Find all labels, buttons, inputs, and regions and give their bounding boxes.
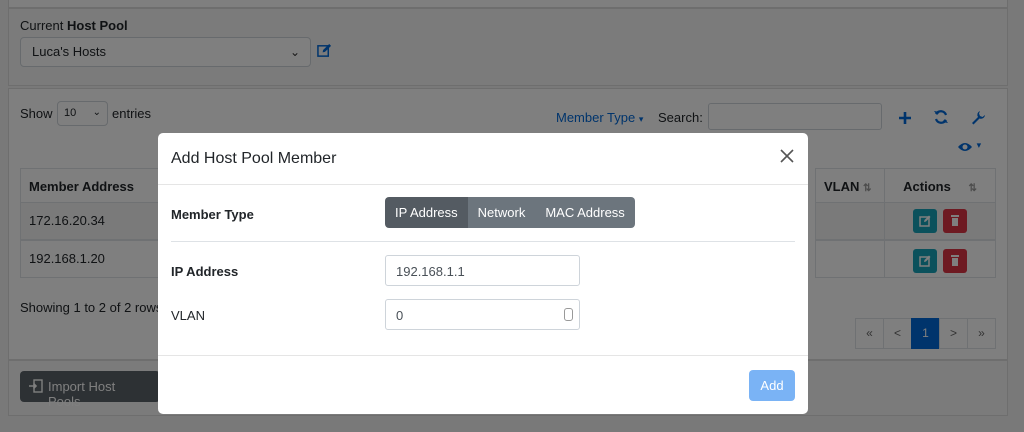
ip-address-label: IP Address <box>171 264 239 279</box>
member-type-label: Member Type <box>171 207 254 222</box>
vlan-number-input[interactable]: 0 <box>385 299 580 330</box>
member-type-button-group: IP Address Network MAC Address <box>385 197 635 228</box>
member-type-ip-address[interactable]: IP Address <box>385 197 468 228</box>
add-button[interactable]: Add <box>749 370 795 401</box>
modal-footer-divider <box>158 355 808 356</box>
type-label: MAC Address <box>545 205 625 220</box>
close-icon[interactable] <box>778 147 796 165</box>
vlan-value: 0 <box>396 308 404 323</box>
ip-address-value: 192.168.1.1 <box>396 264 465 279</box>
add-button-label: Add <box>760 378 784 393</box>
modal-header: Add Host Pool Member <box>158 133 808 185</box>
type-label: IP Address <box>395 205 458 220</box>
vlan-label: VLAN <box>171 308 205 323</box>
ip-address-input[interactable]: 192.168.1.1 <box>385 255 580 286</box>
type-label: Network <box>477 205 526 220</box>
add-host-pool-member-dialog: Add Host Pool Member Member Type IP Addr… <box>158 133 808 414</box>
modal-title: Add Host Pool Member <box>171 150 337 167</box>
member-type-mac-address[interactable]: MAC Address <box>535 197 635 228</box>
divider <box>171 241 795 242</box>
spinner-icon[interactable] <box>564 308 573 321</box>
member-type-network[interactable]: Network <box>467 197 536 228</box>
